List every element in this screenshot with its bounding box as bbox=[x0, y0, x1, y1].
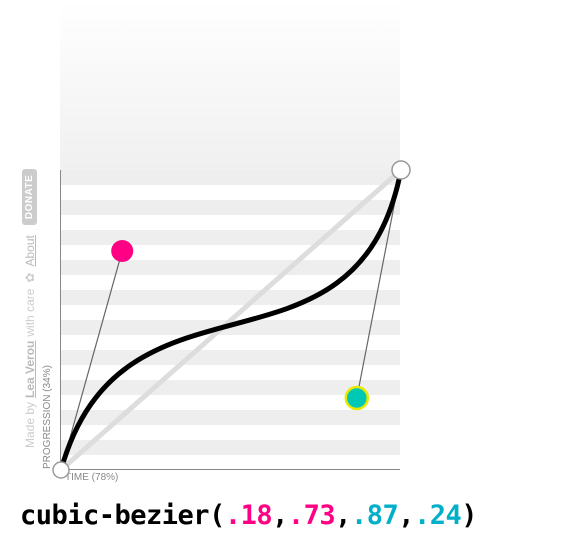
bezier-svg bbox=[61, 170, 401, 470]
p2y-value: .24 bbox=[414, 500, 461, 531]
donate-button[interactable]: DONATE bbox=[22, 169, 37, 225]
gear-icon: ✿ bbox=[23, 273, 37, 283]
p1y-value: .73 bbox=[288, 500, 335, 531]
linear-baseline bbox=[61, 170, 401, 470]
paren-close: ) bbox=[461, 500, 477, 531]
credits-suffix: with care bbox=[23, 289, 37, 337]
x-axis-label: TIME (78%) bbox=[65, 472, 118, 483]
credits-strip: Made by Lea Verou with care ✿ About DONA… bbox=[4, 0, 32, 460]
paren-open: ( bbox=[209, 500, 225, 531]
bezier-formula[interactable]: cubic-bezier(.18,.73,.87,.24) bbox=[20, 500, 477, 531]
fn-name: cubic-bezier bbox=[20, 500, 209, 531]
y-axis-label: PROGRESSION (34%) bbox=[42, 365, 53, 469]
bezier-editor: PROGRESSION (34%) TIME (78%) bbox=[60, 0, 400, 500]
p2-handle[interactable] bbox=[346, 387, 368, 409]
p1-handle[interactable] bbox=[111, 240, 133, 262]
credits-prefix: Made by bbox=[23, 402, 37, 448]
about-link[interactable]: About bbox=[23, 235, 37, 266]
endpoint-start bbox=[53, 462, 69, 478]
p2x-value: .87 bbox=[351, 500, 398, 531]
p1x-value: .18 bbox=[225, 500, 272, 531]
overshoot-area bbox=[60, 0, 400, 170]
credits-author-link[interactable]: Lea Verou bbox=[23, 341, 37, 398]
endpoint-end bbox=[392, 161, 410, 179]
coordinate-plane[interactable]: PROGRESSION (34%) TIME (78%) bbox=[60, 170, 400, 470]
